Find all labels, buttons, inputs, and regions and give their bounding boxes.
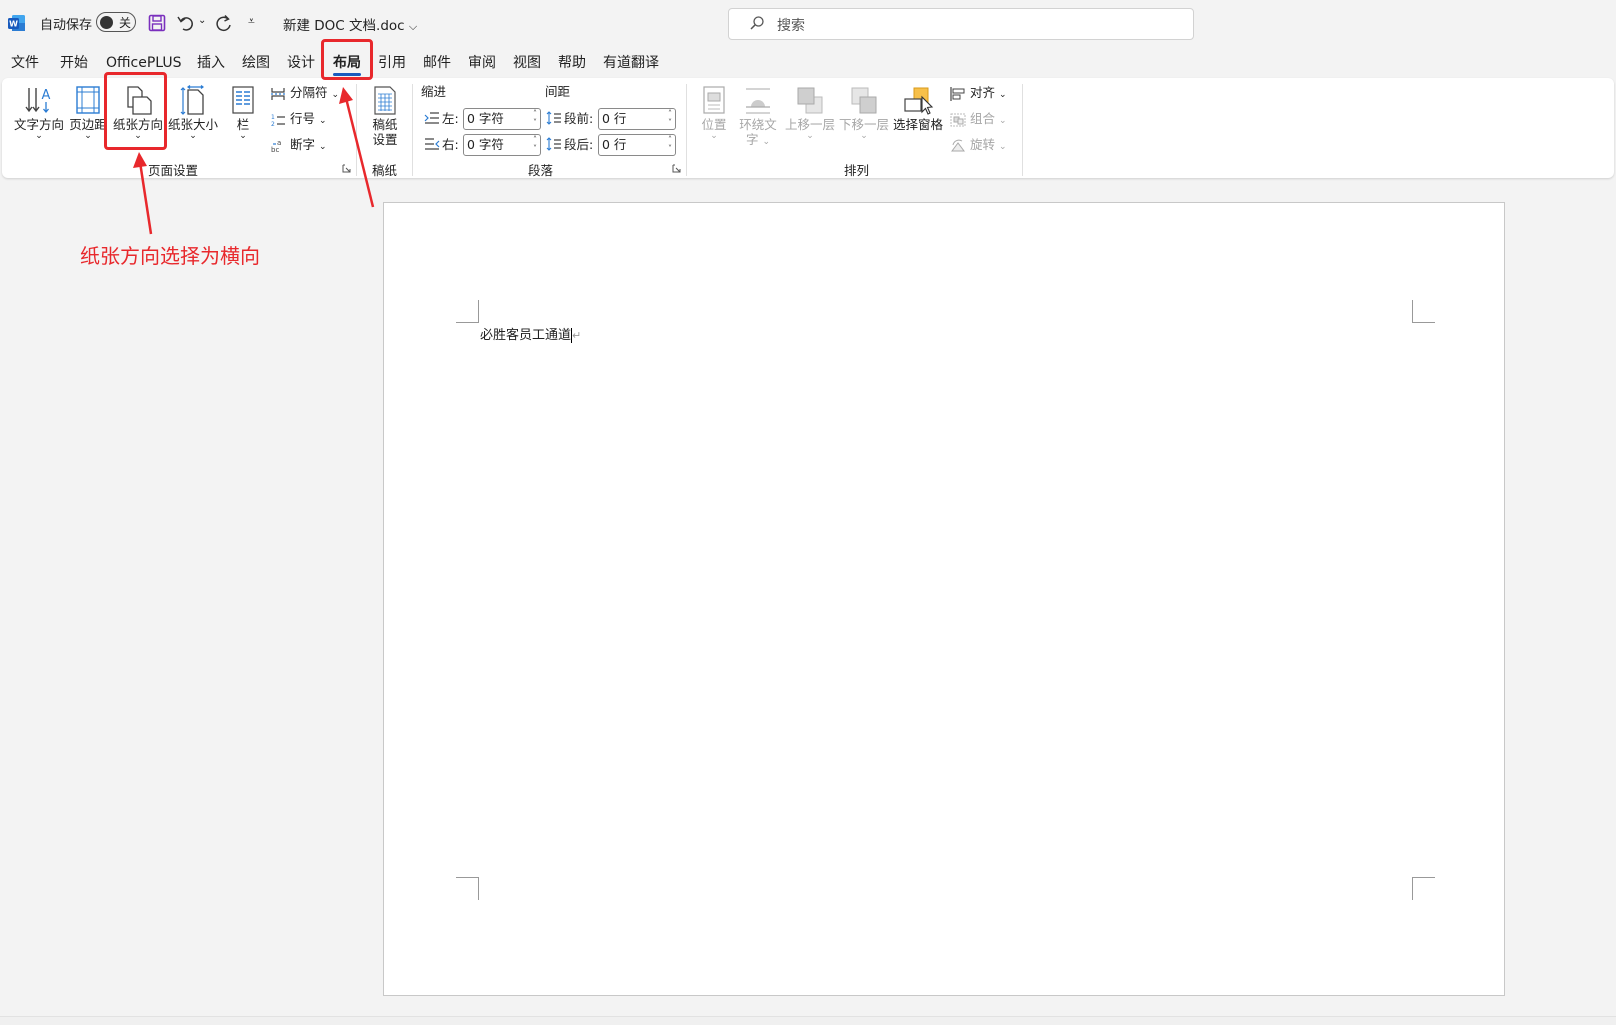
- annotation-arrows: [133, 87, 375, 235]
- annotation-text: 纸张方向选择为横向: [80, 244, 260, 268]
- arrow-to-orientation: [133, 152, 153, 235]
- arrow-to-layout-tab: [339, 87, 375, 208]
